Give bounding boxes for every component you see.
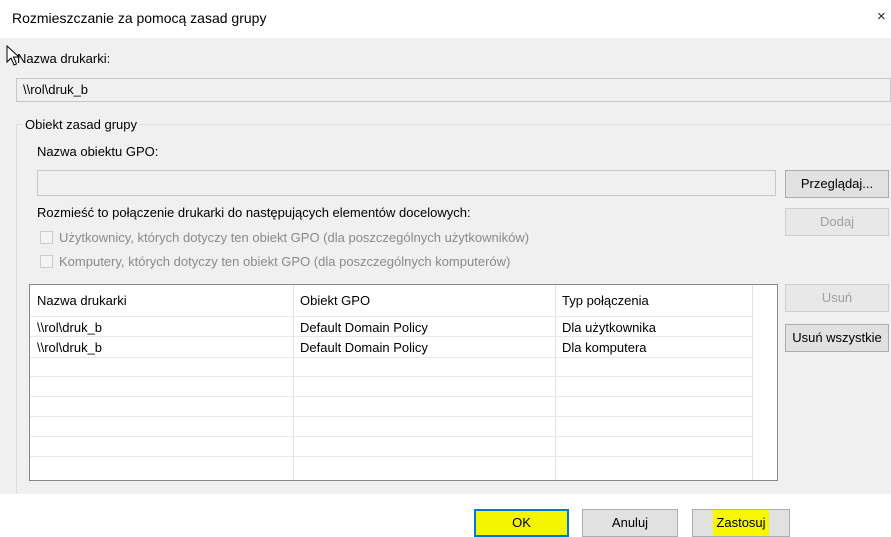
cell-printer: \\rol\druk_b	[37, 340, 103, 355]
gpo-groupbox-legend: Obiekt zasad grupy	[22, 117, 141, 132]
cell-printer: \\rol\druk_b	[37, 320, 103, 335]
checkbox-users[interactable]	[40, 231, 53, 244]
cell-gpo: Default Domain Policy	[300, 340, 428, 355]
checkbox-users-label: Użytkownicy, których dotyczy ten obiekt …	[59, 230, 530, 245]
checkbox-computers[interactable]	[40, 255, 53, 268]
remove-button[interactable]: Usuń	[785, 284, 889, 312]
printer-name-label: Nazwa drukarki:	[17, 51, 111, 66]
cell-type: Dla komputera	[562, 340, 647, 355]
list-scroll-area	[752, 285, 777, 480]
gpo-name-field[interactable]	[37, 170, 776, 196]
row-separator	[30, 316, 752, 317]
remove-all-button[interactable]: Usuń wszystkie	[785, 324, 889, 352]
cell-type: Dla użytkownika	[562, 320, 656, 335]
column-header-printer[interactable]: Nazwa drukarki	[37, 293, 127, 308]
window-title: Rozmieszczanie za pomocą zasad grupy	[12, 10, 267, 26]
checkbox-computers-row[interactable]: Komputery, których dotyczy ten obiekt GP…	[40, 254, 510, 269]
cell-gpo: Default Domain Policy	[300, 320, 428, 335]
checkbox-users-row[interactable]: Użytkownicy, których dotyczy ten obiekt …	[40, 230, 529, 245]
row-separator	[30, 436, 752, 437]
printer-gpo-list[interactable]: Nazwa drukarki Obiekt GPO Typ połączenia…	[29, 284, 778, 481]
row-separator	[30, 416, 752, 417]
row-separator	[30, 357, 752, 358]
row-separator	[30, 396, 752, 397]
column-divider	[293, 285, 294, 480]
row-separator	[30, 336, 752, 337]
cancel-button[interactable]: Anuluj	[582, 509, 678, 537]
checkbox-computers-label: Komputery, których dotyczy ten obiekt GP…	[59, 254, 511, 269]
column-divider	[555, 285, 556, 480]
close-icon[interactable]: ×	[877, 8, 886, 25]
row-separator	[30, 456, 752, 457]
gpo-name-label: Nazwa obiektu GPO:	[37, 144, 159, 159]
deploy-targets-label: Rozmieść to połączenie drukarki do nastę…	[37, 205, 471, 220]
column-header-gpo[interactable]: Obiekt GPO	[300, 293, 370, 308]
printer-name-field: \\rol\druk_b	[16, 78, 891, 102]
apply-button-label: Zastosuj	[713, 510, 769, 536]
ok-button[interactable]: OK	[474, 509, 569, 537]
browse-button[interactable]: Przeglądaj...	[785, 170, 889, 198]
cancel-button-label: Anuluj	[611, 515, 649, 530]
add-button[interactable]: Dodaj	[785, 208, 889, 236]
column-header-type[interactable]: Typ połączenia	[562, 293, 649, 308]
row-separator	[30, 376, 752, 377]
apply-button[interactable]: Zastosuj	[692, 509, 790, 537]
